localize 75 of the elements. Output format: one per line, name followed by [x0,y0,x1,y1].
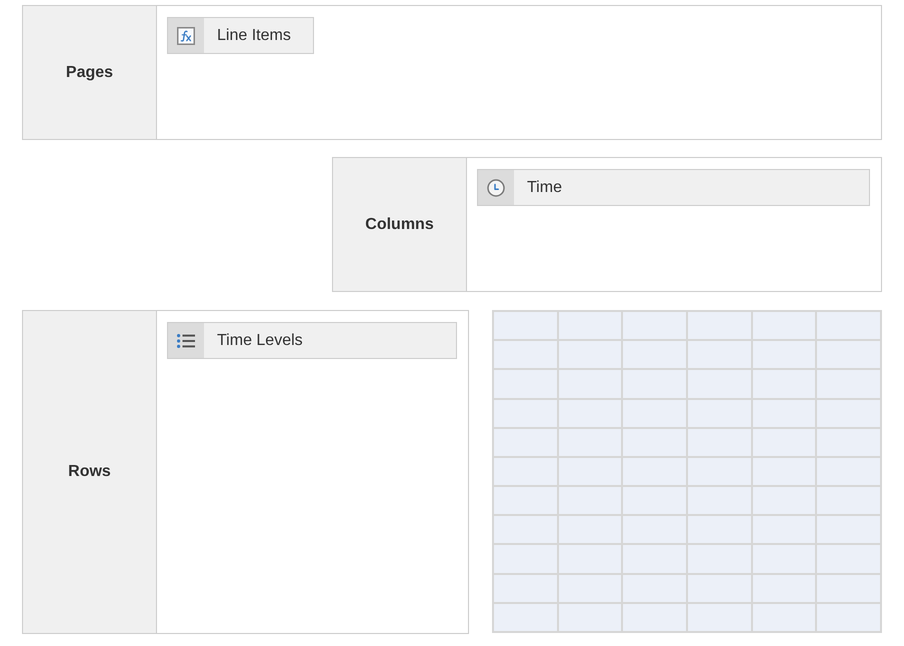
grid-cell [752,458,816,486]
grid-cell [688,574,751,602]
grid-cell [494,428,557,456]
grid-cell [494,312,557,340]
grid-cell [817,487,880,514]
area-label: Columns [365,214,434,234]
grid-cell [752,516,816,544]
grid-cell [688,545,751,573]
grid-cell [623,516,686,544]
grid-cell [688,604,751,631]
grid-cell [623,604,686,631]
grid-cell [558,574,622,602]
function-icon [177,26,195,44]
grid-cell [817,400,880,427]
grid-cell [817,574,880,602]
grid-cell [558,604,622,631]
grid-cell [688,428,751,456]
grid-cell [752,604,816,631]
grid-cell [752,428,816,456]
grid-cell [752,341,816,368]
area-label: Rows [68,462,111,482]
grid-cell [817,428,880,456]
area-label: Pages [66,62,114,82]
clock-icon [487,178,505,196]
grid-cell [817,312,880,340]
grid-cell [558,341,622,368]
grid-cell [623,370,686,398]
grid-cell [817,370,880,398]
grid-cell [494,487,557,514]
grid-cell [752,400,816,427]
grid-cell [558,400,622,427]
grid-cell [494,341,557,368]
grid-cell [558,545,622,573]
grid-cell [494,370,557,398]
grid-cell [688,458,751,486]
grid-cell [494,400,557,427]
grid-cell [494,458,557,486]
dimension-chip[interactable]: Line Items [167,17,314,54]
grid-cell [752,370,816,398]
grid-cell [688,516,751,544]
grid-cell [558,428,622,456]
grid-cell [494,545,557,573]
grid-cell [817,458,880,486]
grid-cell [558,370,622,398]
grid-cell [688,312,751,340]
grid-cell [623,574,686,602]
grid-cell [558,516,622,544]
grid-cell [817,545,880,573]
grid-cell [558,458,622,486]
grid-cell [623,400,686,427]
grid-cell [752,312,816,340]
dimension-chip[interactable]: Time Levels [167,322,457,359]
dimension-chip[interactable]: Time [477,169,870,206]
grid-cell [752,487,816,514]
grid-cell [623,545,686,573]
list-icon [177,334,195,348]
grid-cell [494,574,557,602]
grid-cell [688,400,751,427]
grid-cell [558,312,622,340]
grid-cell [558,487,622,514]
grid-cell [623,341,686,368]
grid-cell [623,458,686,486]
grid-cell [623,312,686,340]
grid-cell [817,604,880,631]
grid-cell [817,516,880,544]
grid-cell [817,341,880,368]
grid-cell [623,487,686,514]
grid-cell [688,370,751,398]
grid-cell [752,545,816,573]
grid-cell [688,341,751,368]
grid-cell [688,487,751,514]
grid-cell [494,604,557,631]
grid-cell [752,574,816,602]
grid-cell [494,516,557,544]
grid-cell [623,428,686,456]
